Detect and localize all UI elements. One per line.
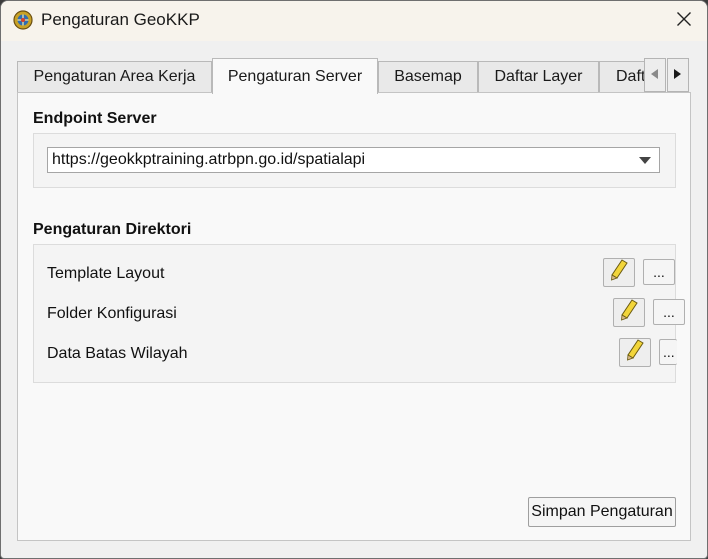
data-batas-wilayah-edit-button[interactable]: [619, 338, 651, 367]
template-layout-edit-button[interactable]: [603, 258, 635, 287]
tab-basemap[interactable]: Basemap: [378, 61, 478, 92]
endpoint-heading: Endpoint Server: [33, 110, 157, 127]
folder-konfigurasi-edit-button[interactable]: [613, 298, 645, 327]
tab-daftar-clipped[interactable]: Daftar: [599, 61, 647, 92]
pencil-icon: [620, 299, 638, 326]
window-title: Pengaturan GeoKKP: [41, 10, 200, 29]
close-icon: [676, 11, 692, 32]
data-batas-wilayah-browse-button[interactable]: ...: [659, 339, 677, 365]
settings-dialog: Pengaturan GeoKKP Pengaturan Area Kerja …: [0, 0, 708, 559]
directory-group: Template Layout ... Folder Konfigurasi .…: [33, 244, 685, 383]
tab-daftar-layer[interactable]: Daftar Layer: [478, 61, 599, 92]
close-button[interactable]: [661, 1, 707, 41]
pencil-icon: [626, 339, 644, 366]
data-batas-wilayah-label: Data Batas Wilayah: [47, 345, 188, 362]
globe-icon: [13, 10, 33, 30]
tab-server[interactable]: Pengaturan Server: [212, 58, 378, 94]
folder-konfigurasi-label: Folder Konfigurasi: [47, 305, 177, 322]
tab-scroll-right-button[interactable]: [667, 58, 689, 92]
template-layout-label: Template Layout: [47, 265, 165, 282]
save-settings-button[interactable]: Simpan Pengaturan: [528, 497, 676, 527]
endpoint-group: https://geokkptraining.atrbpn.go.id/spat…: [33, 133, 676, 188]
pencil-icon: [610, 259, 628, 286]
template-layout-browse-button[interactable]: ...: [643, 259, 675, 285]
tab-area-kerja[interactable]: Pengaturan Area Kerja: [17, 61, 212, 92]
endpoint-combobox[interactable]: https://geokkptraining.atrbpn.go.id/spat…: [47, 147, 660, 173]
folder-konfigurasi-browse-button[interactable]: ...: [653, 299, 685, 325]
server-settings-panel: Endpoint Server https://geokkptraining.a…: [17, 92, 691, 541]
chevron-left-icon: [651, 66, 659, 84]
tab-scroll-left-button[interactable]: [644, 58, 666, 92]
tab-bar: Pengaturan Area Kerja Pengaturan Server …: [17, 58, 691, 94]
endpoint-value: https://geokkptraining.atrbpn.go.id/spat…: [52, 151, 366, 168]
chevron-right-icon: [674, 66, 682, 84]
directory-heading: Pengaturan Direktori: [33, 221, 192, 238]
chevron-down-icon: [631, 148, 659, 172]
title-bar: Pengaturan GeoKKP: [1, 1, 707, 41]
